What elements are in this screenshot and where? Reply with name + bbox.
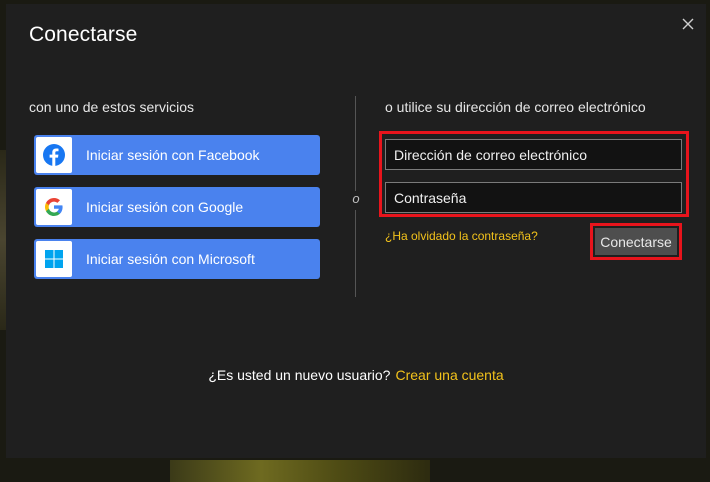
google-login-label: Iniciar sesión con Google bbox=[86, 199, 244, 215]
new-user-prompt: ¿Es usted un nuevo usuario? Crear una cue… bbox=[6, 367, 706, 383]
facebook-login-label: Iniciar sesión con Facebook bbox=[86, 147, 260, 163]
social-login-heading: con uno de estos servicios bbox=[29, 99, 194, 115]
or-separator: o bbox=[352, 191, 360, 206]
google-icon bbox=[36, 189, 72, 225]
email-login-heading: o utilice su dirección de correo electró… bbox=[385, 99, 646, 115]
password-field[interactable] bbox=[385, 182, 682, 213]
vertical-divider-top bbox=[355, 96, 356, 191]
microsoft-login-label: Iniciar sesión con Microsoft bbox=[86, 251, 255, 267]
credentials-highlight bbox=[379, 131, 689, 217]
vertical-divider-bottom bbox=[355, 210, 356, 297]
close-icon[interactable] bbox=[680, 16, 696, 32]
sign-in-button[interactable]: Conectarse bbox=[595, 228, 677, 255]
background-image-bottom bbox=[170, 460, 430, 482]
facebook-icon bbox=[36, 137, 72, 173]
microsoft-login-button[interactable]: Iniciar sesión con Microsoft bbox=[34, 239, 320, 279]
submit-highlight: Conectarse bbox=[590, 223, 682, 260]
windows-icon bbox=[36, 241, 72, 277]
email-field[interactable] bbox=[385, 139, 682, 170]
dialog-title: Conectarse bbox=[29, 23, 138, 46]
forgot-password-link[interactable]: ¿Ha olvidado la contraseña? bbox=[385, 229, 538, 243]
login-dialog: Conectarse con uno de estos servicios In… bbox=[6, 4, 706, 458]
create-account-link[interactable]: Crear una cuenta bbox=[395, 367, 503, 383]
facebook-login-button[interactable]: Iniciar sesión con Facebook bbox=[34, 135, 320, 175]
google-login-button[interactable]: Iniciar sesión con Google bbox=[34, 187, 320, 227]
new-user-question: ¿Es usted un nuevo usuario? bbox=[208, 367, 391, 383]
